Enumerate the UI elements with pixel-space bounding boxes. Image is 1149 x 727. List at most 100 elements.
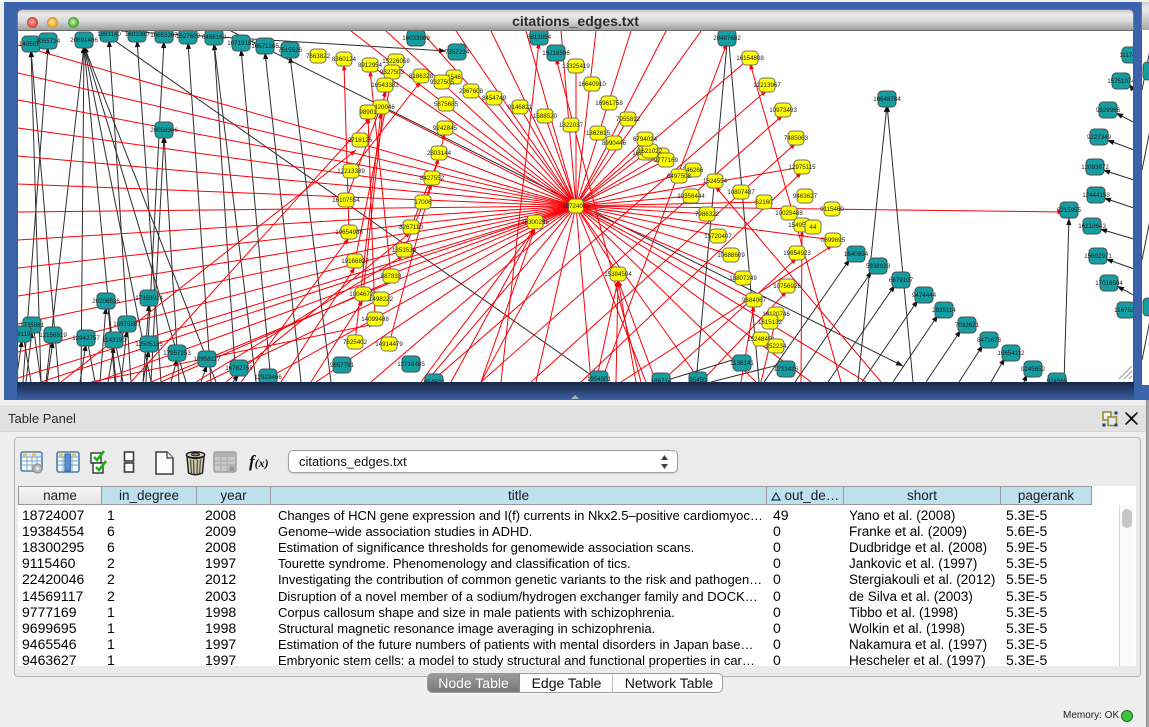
svg-text:6497508: 6497508: [667, 173, 692, 180]
svg-text:5938928: 5938928: [866, 263, 891, 270]
svg-text:1322037: 1322037: [559, 122, 584, 129]
svg-text:15692971: 15692971: [1084, 253, 1112, 260]
svg-text:10688609: 10688609: [717, 252, 745, 259]
svg-text:9777169: 9777169: [654, 157, 679, 164]
svg-text:19166827: 19166827: [341, 258, 369, 265]
svg-text:9146821: 9146821: [508, 104, 533, 111]
svg-text:10973493: 10973493: [769, 107, 797, 114]
svg-text:1621022: 1621022: [638, 148, 663, 155]
svg-text:95450: 95450: [689, 377, 707, 382]
svg-text:98901: 98901: [359, 109, 377, 116]
svg-text:8427552: 8427552: [420, 175, 445, 182]
svg-text:9115460: 9115460: [820, 206, 844, 213]
svg-text:954502: 954502: [424, 379, 445, 382]
svg-text:1136141: 1136141: [730, 360, 754, 367]
svg-text:1891140: 1891140: [97, 31, 121, 38]
svg-text:15720407: 15720407: [704, 233, 732, 240]
svg-text:7955812: 7955812: [616, 116, 641, 123]
svg-text:12975115: 12975115: [788, 164, 816, 171]
svg-text:9657791: 9657791: [330, 362, 355, 369]
svg-text:2718126: 2718126: [348, 137, 373, 144]
svg-text:16107554: 16107554: [332, 197, 360, 204]
svg-text:9474444: 9474444: [912, 292, 937, 299]
svg-text:1353539: 1353539: [392, 247, 417, 254]
svg-text:16154808: 16154808: [736, 55, 764, 62]
svg-text:17016504: 17016504: [1095, 280, 1123, 287]
svg-text:1603380: 1603380: [125, 31, 150, 38]
svg-text:1527602: 1527602: [176, 33, 201, 40]
svg-text:16033809: 16033809: [402, 35, 430, 42]
svg-text:16671365: 16671365: [251, 43, 279, 50]
svg-text:16210643: 16210643: [1078, 223, 1106, 230]
svg-text:15751074: 15751074: [1107, 78, 1134, 85]
svg-text:186714: 186714: [651, 378, 672, 382]
svg-text:18300295: 18300295: [521, 219, 549, 226]
svg-text:16961758: 16961758: [595, 100, 623, 107]
svg-text:13325419: 13325419: [562, 63, 590, 70]
svg-text:12213389: 12213389: [337, 168, 365, 175]
svg-text:16543382: 16543382: [371, 82, 399, 89]
svg-text:7515526: 7515526: [278, 47, 303, 54]
svg-text:20356444: 20356444: [677, 193, 705, 200]
svg-text:6794024: 6794024: [633, 136, 658, 143]
svg-text:9242845: 9242845: [433, 125, 458, 132]
svg-text:20053346: 20053346: [150, 127, 178, 134]
svg-text:20487682: 20487682: [713, 35, 741, 42]
svg-text:1117409: 1117409: [1119, 52, 1134, 59]
svg-text:15226058: 15226058: [382, 58, 410, 65]
svg-text:1954501: 1954501: [587, 376, 612, 382]
svg-text:1733426: 1733426: [774, 366, 799, 373]
svg-text:10807487: 10807487: [727, 189, 755, 196]
svg-text:7625402: 7625402: [343, 339, 368, 346]
svg-text:19654988: 19654988: [335, 229, 363, 236]
svg-text:20206536: 20206536: [92, 298, 120, 305]
svg-text:1615132: 1615132: [758, 319, 783, 326]
svg-text:13716485: 13716485: [397, 361, 425, 368]
svg-text:7986322: 7986322: [695, 211, 720, 218]
svg-text:2055724: 2055724: [36, 38, 61, 45]
svg-text:887833: 887833: [381, 273, 402, 280]
svg-text:8267110: 8267110: [399, 224, 423, 231]
svg-text:9329966: 9329966: [1096, 107, 1121, 114]
svg-text:8471676: 8471676: [977, 337, 1002, 344]
svg-text:14099488: 14099488: [361, 316, 389, 323]
svg-text:1640954: 1640954: [844, 251, 869, 258]
svg-text:12444153: 12444153: [1082, 192, 1110, 199]
svg-text:8912954: 8912954: [358, 62, 383, 69]
svg-text:5875685: 5875685: [434, 101, 459, 108]
svg-text:6466160: 6466160: [202, 34, 227, 41]
svg-text:14914479: 14914479: [375, 341, 403, 348]
svg-text:12942757: 12942757: [72, 335, 100, 342]
svg-text:10653267: 10653267: [150, 32, 178, 39]
svg-text:62160: 62160: [755, 199, 773, 206]
svg-text:19654923: 19654923: [783, 250, 811, 257]
svg-text:7032621: 7032621: [955, 322, 980, 329]
svg-text:10654112: 10654112: [997, 350, 1025, 357]
svg-text:19218506: 19218506: [542, 50, 570, 57]
svg-text:10958117: 10958117: [193, 356, 221, 363]
svg-text:9463627: 9463627: [793, 193, 818, 200]
svg-text:8990446: 8990446: [602, 140, 627, 147]
svg-text:1362615: 1362615: [586, 130, 611, 137]
svg-text:12093872: 12093872: [1081, 164, 1109, 171]
svg-text:9245652: 9245652: [1021, 366, 1046, 373]
svg-text:17359924: 17359924: [135, 295, 163, 302]
svg-text:12923466: 12923466: [254, 374, 282, 381]
svg-text:1498222: 1498222: [369, 296, 394, 303]
svg-text:12505135: 12505135: [135, 341, 163, 348]
svg-text:17957253: 17957253: [163, 350, 191, 357]
svg-text:6879197: 6879197: [889, 277, 914, 284]
svg-text:16640910: 16640910: [578, 81, 606, 88]
svg-text:10975867: 10975867: [113, 321, 141, 328]
svg-text:7357224: 7357224: [445, 49, 470, 56]
svg-text:1167533: 1167533: [1114, 307, 1134, 314]
svg-text:924565: 924565: [1047, 378, 1068, 382]
svg-text:44: 44: [810, 224, 817, 231]
svg-text:12213967: 12213967: [753, 82, 781, 89]
svg-text:2967608: 2967608: [459, 88, 484, 95]
svg-text:7485063: 7485063: [784, 135, 809, 142]
svg-text:20691406: 20691406: [70, 37, 98, 44]
svg-text:15384594: 15384594: [604, 271, 632, 278]
svg-text:1588520: 1588520: [533, 113, 558, 120]
svg-text:7663822: 7663822: [306, 53, 331, 60]
